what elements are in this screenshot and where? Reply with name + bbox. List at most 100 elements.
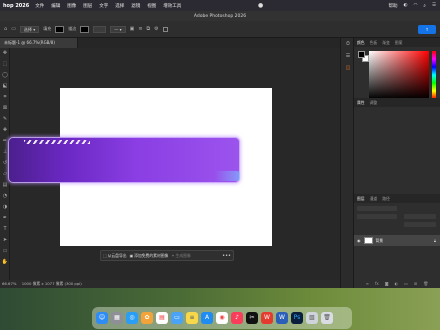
move-tool-icon[interactable]: ✥ [0,48,10,59]
safari-icon[interactable]: ◎ [126,312,138,324]
frame-tool-icon[interactable]: ⊠ [0,103,10,114]
menu-select[interactable]: 选择 [115,3,124,9]
lock-icon[interactable]: 🔒︎ [434,238,436,243]
app-menu-name[interactable]: hop 2026 [3,3,29,9]
tab-properties[interactable]: 属性 [357,100,365,106]
gradient-tool-icon[interactable]: ▤ [0,180,10,191]
control-icon[interactable]: ◐ [404,3,408,8]
object-select-tool-icon[interactable]: ⬕ [0,81,10,92]
menu-edit[interactable]: 编辑 [51,3,60,9]
blur-tool-icon[interactable]: ◔ [0,191,10,202]
eye-icon[interactable]: ◉ [357,238,361,243]
hue-slider[interactable] [432,51,436,99]
crop-tool-icon[interactable]: ⌗ [0,92,10,103]
opacity-field[interactable] [404,214,436,219]
menu-view[interactable]: 视图 [147,3,156,9]
tab-swatches[interactable]: 色板 [370,40,378,46]
learn-panel-icon[interactable]: ◫ [341,62,355,74]
tab-adjustments[interactable]: 调整 [370,100,378,106]
tab-color[interactable]: 颜色 [357,40,365,46]
trash-icon[interactable]: 🗑︎ [423,281,428,286]
menu-file[interactable]: 文件 [35,3,44,9]
tab-layers[interactable]: 图层 [357,196,365,202]
fill-swatch[interactable] [55,25,65,33]
preview-icon[interactable]: ▧ [306,312,318,324]
color-picker-field[interactable] [369,51,429,99]
finder-icon[interactable]: ☺ [96,312,108,324]
photos-icon[interactable]: ✿ [141,312,153,324]
share-button[interactable]: ↑ [418,25,436,34]
stripe-highlight [24,140,90,144]
wps-icon[interactable]: W [261,312,273,324]
marquee-tool-icon[interactable]: ⬚ [0,59,10,70]
path-ops-icon[interactable]: ▣ [130,26,135,32]
more-options-icon[interactable]: ••• [222,253,231,259]
dodge-tool-icon[interactable]: ◑ [0,202,10,213]
menu-plugins[interactable]: 增效工具 [163,3,181,9]
type-tool-icon[interactable]: T [0,224,10,235]
photoshop-icon[interactable]: Ps [291,312,303,324]
lasso-tool-icon[interactable]: ◯ [0,70,10,81]
stroke-width-field[interactable] [93,25,107,33]
link-icon[interactable]: ∞ [366,281,369,286]
task-export-button[interactable]: ⬚ 从云盘导出 [103,253,127,259]
menu-filter[interactable]: 滤镜 [131,3,140,9]
arrange-icon[interactable]: ⧉ [147,26,151,32]
purple-bar-shape[interactable] [8,137,240,183]
task-generate-button[interactable]: ✦ 生成图像 [171,253,190,259]
adjustment-icon[interactable]: ◐ [395,281,399,286]
shape-tool-icon[interactable]: ▭ [11,26,16,32]
tool-mode-select[interactable]: 选择 ▾ [19,25,40,33]
task-add-stock-button[interactable]: ▣ 添加免费的素材图像 [130,253,169,259]
fill-field[interactable] [404,222,436,227]
hand-tool-icon[interactable]: ✋ [0,257,10,268]
mask-icon[interactable]: ◙ [385,281,389,286]
tab-gradients[interactable]: 渐变 [382,40,390,46]
music-icon[interactable]: ♪ [231,312,243,324]
stroke-type-select[interactable]: — ▾ [110,25,126,33]
tool-mode-label: 选择 [23,26,32,32]
path-select-tool-icon[interactable]: ➤ [0,235,10,246]
fx-icon[interactable]: fx [375,281,379,286]
home-icon[interactable]: ⌂ [4,26,7,32]
layer-row[interactable]: ◉ 背景 🔒︎ [354,235,440,246]
foreground-color-swatch[interactable] [358,51,365,58]
folder-icon[interactable]: ▭ [404,281,408,286]
layer-filter-select[interactable] [357,206,397,211]
menu-type[interactable]: 文字 [99,3,108,9]
control-center-icon[interactable]: ☰ [432,3,436,8]
eyedropper-tool-icon[interactable]: ✎ [0,114,10,125]
stroke-swatch[interactable] [80,25,90,33]
properties-panel-icon[interactable]: ☰ [341,50,355,62]
launchpad-icon[interactable]: ▦ [111,312,123,324]
tab-channels[interactable]: 通道 [370,196,378,202]
word-icon[interactable]: W [276,312,288,324]
gear-icon[interactable]: ⚙ [154,26,158,32]
zoom-level[interactable]: 66.67% [2,281,16,286]
document-info[interactable]: 1000 像素 x 1077 像素 (300 ppi) [22,281,82,286]
calendar-icon[interactable]: ▤ [156,312,168,324]
chrome-icon[interactable]: ◉ [216,312,228,324]
blend-mode-select[interactable] [357,214,397,219]
new-layer-icon[interactable]: ⊞ [414,281,417,286]
history-panel-icon[interactable]: ⏱ [341,38,355,50]
healing-tool-icon[interactable]: ✚ [0,125,10,136]
wifi-icon[interactable]: ◠ [413,3,417,8]
trash-icon[interactable]: 🗑︎ [321,312,333,324]
files-icon[interactable]: ▭ [171,312,183,324]
align-edges-checkbox[interactable] [162,26,168,32]
notes-icon[interactable]: ≡ [186,312,198,324]
menu-image[interactable]: 图像 [67,3,76,9]
capcut-icon[interactable]: ✂ [246,312,258,324]
tab-paths[interactable]: 路径 [382,196,390,202]
apple-logo-icon[interactable]: ● [258,2,263,9]
document-tab[interactable]: 未标题-1 @ 66.7%(RGB/8) [0,38,78,48]
rectangle-tool-icon[interactable]: ▭ [0,246,10,257]
menu-help[interactable]: 帮助 [389,3,398,9]
tab-patterns[interactable]: 图案 [395,40,403,46]
search-icon[interactable]: ⌕ [423,3,426,9]
appstore-icon[interactable]: A [201,312,213,324]
pen-tool-icon[interactable]: ✒ [0,213,10,224]
menu-layer[interactable]: 图层 [83,3,92,9]
align-icon[interactable]: ≡ [138,26,142,32]
